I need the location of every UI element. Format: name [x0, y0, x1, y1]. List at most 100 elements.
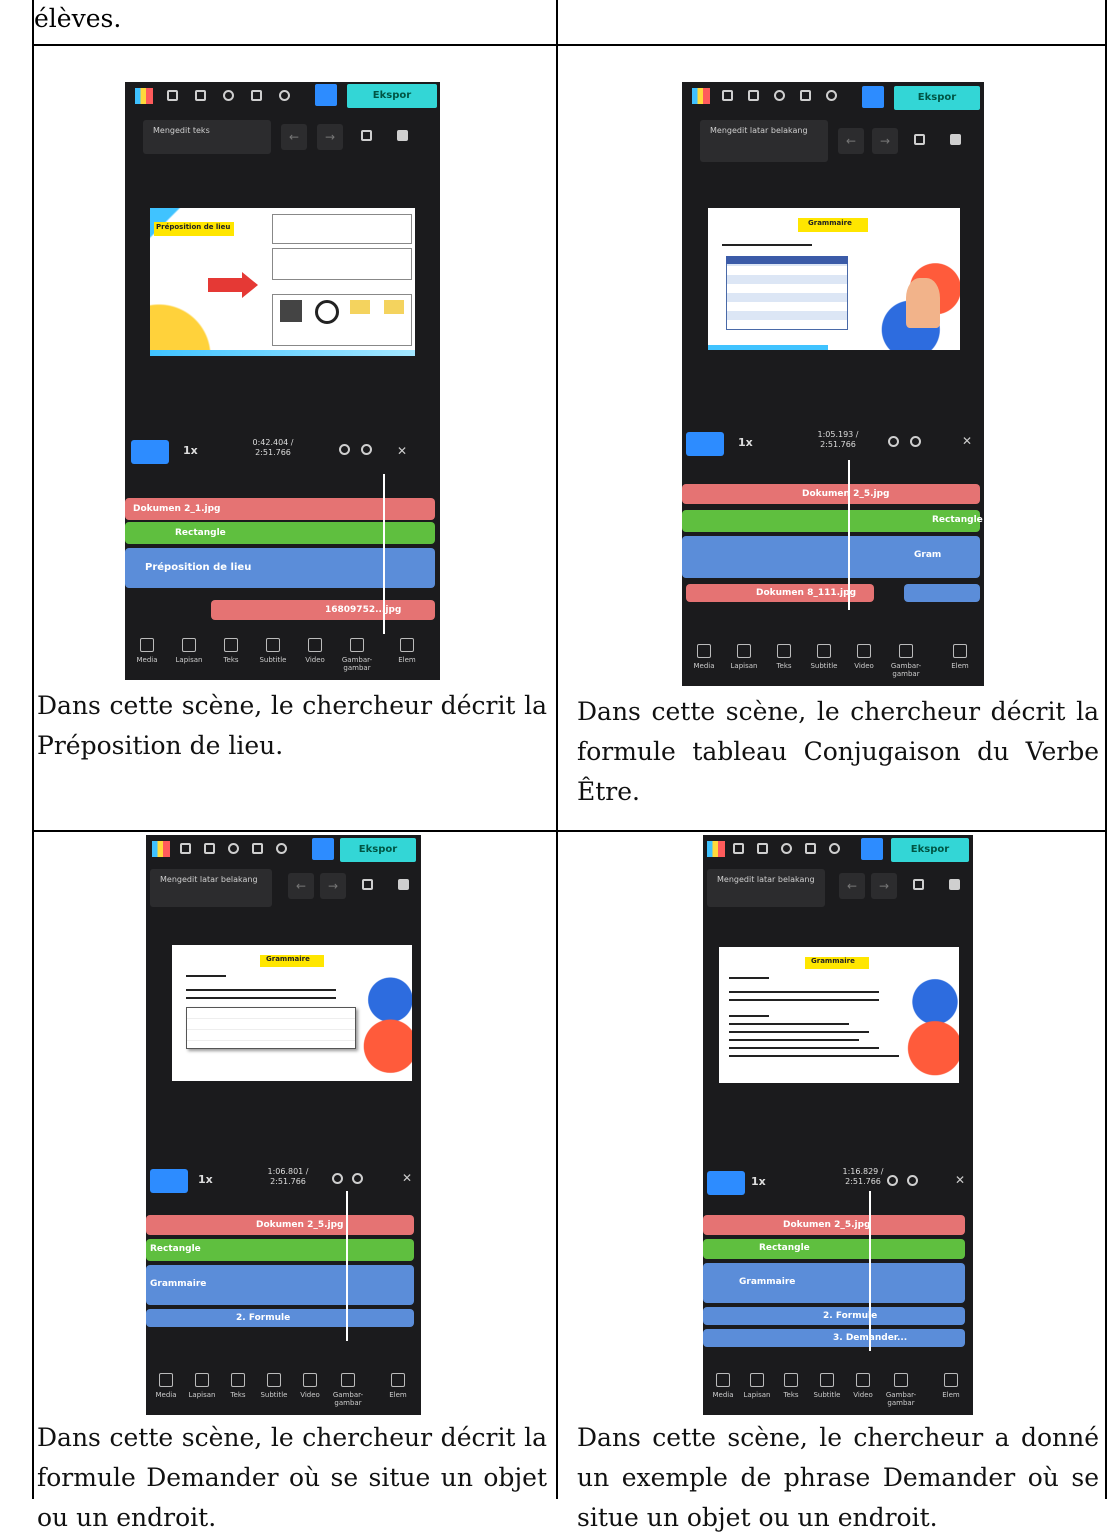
nav-layers[interactable]: Lapisan	[182, 1373, 222, 1399]
premium-icon[interactable]	[315, 84, 337, 106]
nav-text[interactable]: Teks	[211, 638, 251, 664]
playhead[interactable]	[346, 1191, 348, 1341]
track-transition[interactable]	[904, 584, 980, 602]
nav-text[interactable]: Teks	[764, 644, 804, 670]
zoom-out-icon[interactable]	[339, 444, 350, 455]
export-button[interactable]: Ekspor	[894, 86, 980, 110]
upload-icon[interactable]	[722, 90, 733, 101]
nav-video[interactable]: Video	[843, 1373, 883, 1399]
bulb-icon[interactable]	[228, 843, 239, 854]
redo-button[interactable]: →	[317, 124, 343, 150]
nav-text[interactable]: Teks	[771, 1373, 811, 1399]
layers-icon[interactable]	[805, 843, 816, 854]
bulb-icon[interactable]	[781, 843, 792, 854]
speed-label[interactable]: 1x	[751, 1175, 766, 1188]
delete-icon[interactable]	[397, 130, 408, 141]
nav-elements[interactable]: Elem	[940, 644, 980, 670]
playhead[interactable]	[869, 1191, 871, 1351]
copy-icon[interactable]	[914, 134, 925, 145]
track-rectangle[interactable]	[703, 1239, 965, 1259]
redo-button[interactable]: →	[871, 873, 897, 899]
close-icon[interactable]: ✕	[962, 434, 973, 448]
nav-images[interactable]: Gambar-gambar	[337, 638, 377, 672]
bulb-icon[interactable]	[774, 90, 785, 101]
nav-text[interactable]: Teks	[218, 1373, 258, 1399]
nav-layers[interactable]: Lapisan	[169, 638, 209, 664]
nav-media[interactable]: Media	[127, 638, 167, 664]
zoom-in-icon[interactable]	[352, 1173, 363, 1184]
play-button[interactable]	[686, 432, 724, 456]
undo-button[interactable]: ←	[281, 124, 307, 150]
export-button[interactable]: Ekspor	[891, 838, 969, 862]
upload-icon[interactable]	[733, 843, 744, 854]
nav-elements[interactable]: Elem	[387, 638, 427, 664]
copy-icon[interactable]	[362, 879, 373, 890]
screen-icon[interactable]	[204, 843, 215, 854]
zoom-in-icon[interactable]	[907, 1175, 918, 1186]
screen-icon[interactable]	[195, 90, 206, 101]
copy-icon[interactable]	[361, 130, 372, 141]
nav-video[interactable]: Video	[844, 644, 884, 670]
zoom-out-icon[interactable]	[888, 436, 899, 447]
nav-images[interactable]: Gambar-gambar	[886, 644, 926, 678]
export-button[interactable]: Ekspor	[340, 838, 416, 862]
nav-subtitle[interactable]: Subtitle	[254, 1373, 294, 1399]
premium-icon[interactable]	[862, 86, 884, 108]
close-icon[interactable]: ✕	[402, 1171, 413, 1185]
undo-button[interactable]: ←	[839, 873, 865, 899]
zoom-in-icon[interactable]	[361, 444, 372, 455]
export-button[interactable]: Ekspor	[347, 84, 437, 108]
nav-images[interactable]: Gambar-gambar	[328, 1373, 368, 1407]
gear-icon[interactable]	[826, 90, 837, 101]
play-button[interactable]	[150, 1169, 188, 1193]
playhead[interactable]	[848, 460, 850, 610]
screen-icon[interactable]	[757, 843, 768, 854]
playhead[interactable]	[383, 474, 385, 634]
undo-button[interactable]: ←	[288, 873, 314, 899]
track-image-2[interactable]	[211, 600, 435, 620]
track-label: Dokumen 2_1.jpg	[133, 504, 221, 514]
zoom-out-icon[interactable]	[332, 1173, 343, 1184]
nav-media[interactable]: Media	[684, 644, 724, 670]
undo-button[interactable]: ←	[838, 128, 864, 154]
upload-icon[interactable]	[167, 90, 178, 101]
redo-button[interactable]: →	[320, 873, 346, 899]
premium-icon[interactable]	[312, 838, 334, 860]
layers-icon[interactable]	[252, 843, 263, 854]
screen-icon[interactable]	[748, 90, 759, 101]
close-icon[interactable]: ✕	[955, 1173, 966, 1187]
nav-subtitle[interactable]: Subtitle	[804, 644, 844, 670]
bulb-icon[interactable]	[223, 90, 234, 101]
play-button[interactable]	[131, 440, 169, 464]
upload-icon[interactable]	[180, 843, 191, 854]
layers-icon[interactable]	[251, 90, 262, 101]
gear-icon[interactable]	[829, 843, 840, 854]
close-icon[interactable]: ✕	[397, 444, 408, 458]
nav-video[interactable]: Video	[295, 638, 335, 664]
nav-elements[interactable]: Elem	[378, 1373, 418, 1399]
track-rectangle[interactable]	[125, 522, 435, 544]
nav-video[interactable]: Video	[290, 1373, 330, 1399]
nav-images[interactable]: Gambar-gambar	[881, 1373, 921, 1407]
speed-label[interactable]: 1x	[198, 1173, 213, 1186]
redo-button[interactable]: →	[872, 128, 898, 154]
gear-icon[interactable]	[279, 90, 290, 101]
delete-icon[interactable]	[949, 879, 960, 890]
delete-icon[interactable]	[398, 879, 409, 890]
zoom-out-icon[interactable]	[887, 1175, 898, 1186]
phone-screenshot-3: Ekspor Mengedit latar belakang ← → Gramm…	[146, 835, 421, 1415]
layers-icon[interactable]	[800, 90, 811, 101]
nav-elements[interactable]: Elem	[931, 1373, 971, 1399]
gear-icon[interactable]	[276, 843, 287, 854]
speed-label[interactable]: 1x	[738, 436, 753, 449]
nav-media[interactable]: Media	[146, 1373, 186, 1399]
delete-icon[interactable]	[950, 134, 961, 145]
nav-subtitle[interactable]: Subtitle	[253, 638, 293, 664]
copy-icon[interactable]	[913, 879, 924, 890]
speed-label[interactable]: 1x	[183, 444, 198, 457]
zoom-in-icon[interactable]	[910, 436, 921, 447]
nav-layers[interactable]: Lapisan	[724, 644, 764, 670]
nav-subtitle[interactable]: Subtitle	[807, 1373, 847, 1399]
premium-icon[interactable]	[861, 838, 883, 860]
play-button[interactable]	[707, 1171, 745, 1195]
